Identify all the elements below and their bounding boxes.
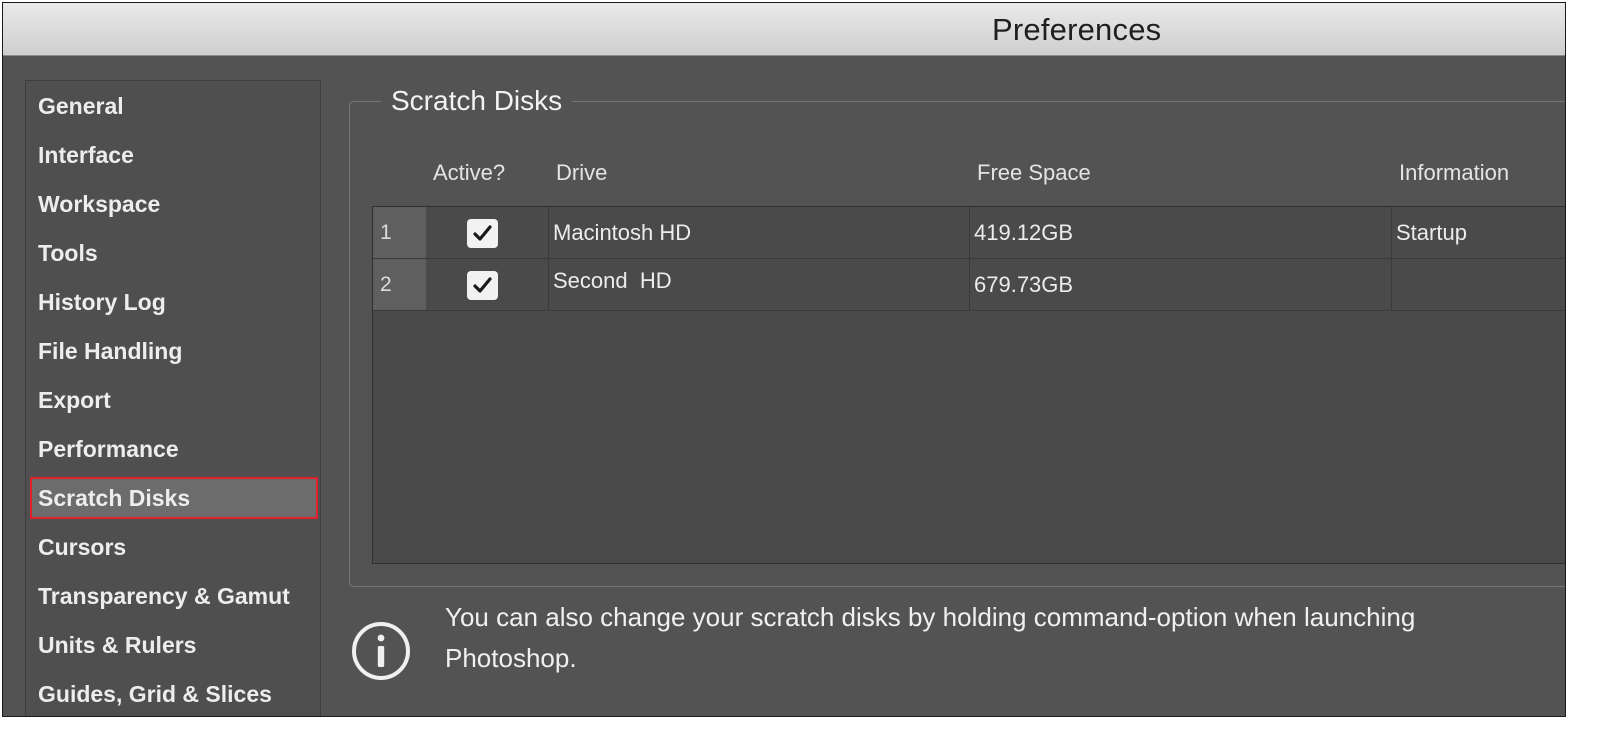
- sidebar-item-scratch-disks[interactable]: Scratch Disks: [30, 477, 318, 519]
- sidebar-item-units-rulers[interactable]: Units & Rulers: [30, 624, 318, 666]
- sidebar-item-guides-grid-slices[interactable]: Guides, Grid & Slices: [30, 673, 318, 715]
- preferences-sidebar: General Interface Workspace Tools Histor…: [25, 80, 321, 716]
- sidebar-item-transparency-gamut[interactable]: Transparency & Gamut: [30, 575, 318, 617]
- row-index: 1: [373, 207, 426, 258]
- table-row[interactable]: 2 Second HD 679.73GB: [373, 259, 1565, 311]
- drive-information: Startup: [1396, 220, 1467, 245]
- title-bar[interactable]: Preferences: [3, 3, 1565, 56]
- column-header-information: Information: [1399, 160, 1510, 185]
- checkmark-icon: [473, 225, 492, 241]
- table-row[interactable]: 1 Macintosh HD 419.12GB Startup: [373, 207, 1565, 259]
- info-text: You can also change your scratch disks b…: [445, 602, 1416, 673]
- column-header-free-space: Free Space: [977, 160, 1091, 185]
- sidebar-item-workspace[interactable]: Workspace: [30, 183, 318, 225]
- sidebar-item-tools[interactable]: Tools: [30, 232, 318, 274]
- preferences-window: Preferences General Interface Workspace …: [2, 2, 1566, 717]
- section-title: Scratch Disks: [381, 85, 573, 117]
- active-checkbox[interactable]: [467, 271, 498, 300]
- active-checkbox[interactable]: [467, 219, 498, 248]
- sidebar-item-interface[interactable]: Interface: [30, 134, 318, 176]
- sidebar-item-export[interactable]: Export: [30, 379, 318, 421]
- row-index: 2: [373, 259, 426, 310]
- sidebar-item-general[interactable]: General: [30, 85, 318, 127]
- free-space-value: 679.73GB: [974, 272, 1074, 297]
- free-space-value: 419.12GB: [974, 220, 1074, 245]
- window-title: Preferences: [992, 12, 1162, 47]
- scratch-disks-table: 1 Macintosh HD 419.12GB Startup 2 Second…: [372, 206, 1565, 564]
- column-header-active: Active?: [433, 160, 506, 185]
- drive-name: Second HD: [553, 268, 672, 293]
- sidebar-item-history-log[interactable]: History Log: [30, 281, 318, 323]
- info-note: You can also change your scratch disks b…: [351, 593, 1551, 693]
- drive-name: Macintosh HD: [553, 220, 692, 245]
- sidebar-item-cursors[interactable]: Cursors: [30, 526, 318, 568]
- sidebar-item-performance[interactable]: Performance: [30, 428, 318, 470]
- column-header-drive: Drive: [556, 160, 608, 185]
- info-icon: [352, 622, 410, 680]
- checkmark-icon: [473, 277, 492, 293]
- sidebar-item-file-handling[interactable]: File Handling: [30, 330, 318, 372]
